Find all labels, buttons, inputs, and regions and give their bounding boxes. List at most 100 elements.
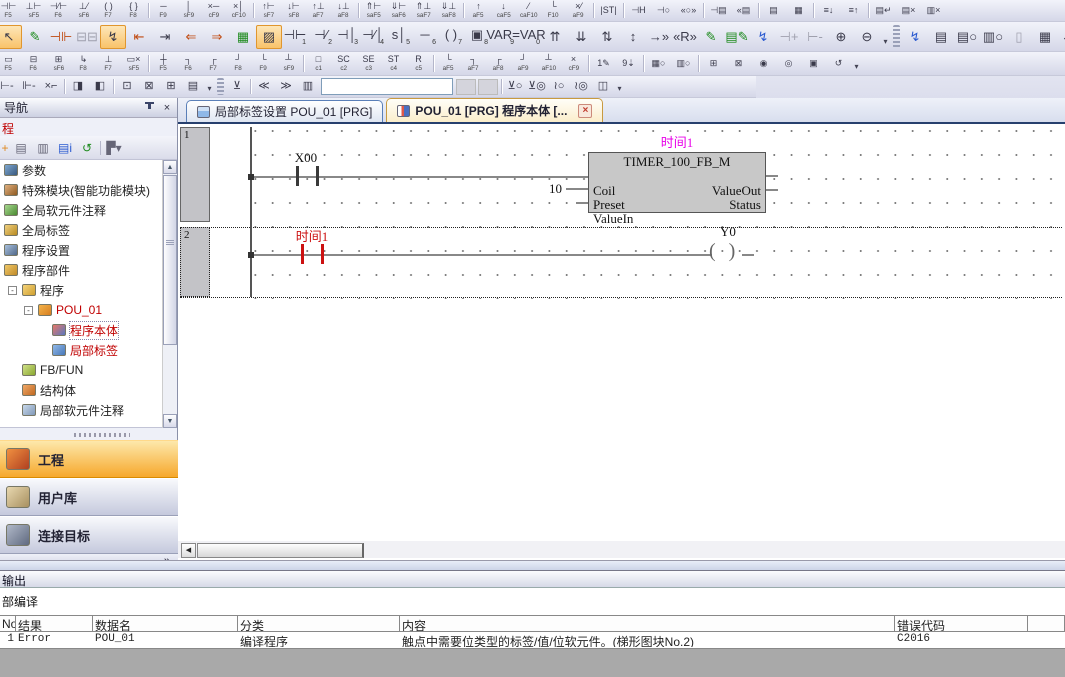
table-row[interactable]: 1ErrorPOU_01编译程序触点中需要位类型的标签/值/位软元件。(梯形图块… xyxy=(0,632,1065,647)
coil-label[interactable]: Y0 xyxy=(706,224,750,240)
nav-mode-button-连接目标[interactable]: 连接目标 xyxy=(0,516,178,554)
toolbar-button[interactable]: ⊩- xyxy=(18,78,40,96)
toolbar-button[interactable]: ↳F8 xyxy=(71,54,96,74)
ladder-canvas[interactable]: 1 2 X00 时间1 10 TIMER_100_FB_M Coil Prese… xyxy=(178,124,1065,560)
toolbar-button[interactable]: 9⇣ xyxy=(616,54,641,74)
toolbar-button[interactable]: ⇐ xyxy=(178,25,204,49)
tree-item-程序部件[interactable]: 程序部件 xyxy=(0,260,163,280)
nav-mode-button-工程[interactable]: 工程 xyxy=(0,440,178,478)
tree-item-程序[interactable]: -程序 xyxy=(0,280,163,300)
toolbar-button[interactable]: ┐F6 xyxy=(176,54,201,74)
toolbar-button[interactable]: ▤○ xyxy=(954,25,980,49)
rung-number-1[interactable]: 1 xyxy=(180,127,210,222)
nav-mode-button-用户库[interactable]: 用户库 xyxy=(0,478,178,516)
toolbar-button[interactable]: ⊣⊢1 xyxy=(282,25,308,49)
toolbar-button[interactable]: ⇈ xyxy=(542,25,568,49)
column-header[interactable]: No. xyxy=(0,616,16,631)
toolbar-button[interactable]: ⊣⊩ xyxy=(48,25,74,49)
contact1-bar[interactable] xyxy=(296,166,299,186)
toolbar-button[interactable]: ┌aF8 xyxy=(486,54,511,74)
toolbar-button[interactable]: ↖ xyxy=(0,25,22,49)
toolbar-button[interactable]: ×⌐ xyxy=(40,78,62,96)
toolbar-button[interactable]: ┼F5 xyxy=(151,54,176,74)
toolbar-button[interactable]: ⇅ xyxy=(594,25,620,49)
toolbar-button[interactable]: ⊢- xyxy=(802,25,828,49)
toolbar-button[interactable]: ─6 xyxy=(412,25,438,49)
toolbar-button[interactable]: ↯ xyxy=(100,25,126,49)
fb-preset-value[interactable]: 10 xyxy=(530,181,562,197)
toolbar-combobox[interactable] xyxy=(321,78,453,95)
contact2-bar[interactable] xyxy=(321,244,324,264)
column-header[interactable]: 结果 xyxy=(16,616,93,631)
contact1-label[interactable]: X00 xyxy=(282,150,330,166)
toolbar-button[interactable]: ≀○ xyxy=(548,78,570,96)
toolbar-button[interactable]: ⇤ xyxy=(126,25,152,49)
toolbar-button[interactable]: ▤↵ xyxy=(871,1,896,21)
toolbar-button[interactable]: ↯ xyxy=(902,25,928,49)
toolbar-button[interactable]: ↑⊢sF7 xyxy=(256,1,281,21)
toolbar-button[interactable]: ◨ xyxy=(67,78,89,96)
copy-icon[interactable]: ▤ xyxy=(10,138,32,158)
toolbar-button[interactable]: ⇑⊥saF7 xyxy=(411,1,436,21)
tree-item-程序设置[interactable]: 程序设置 xyxy=(0,240,163,260)
tab-program-body[interactable]: POU_01 [PRG] 程序本体 [... × xyxy=(386,98,603,122)
toolbar-button[interactable]: ▤ xyxy=(928,25,954,49)
toolbar-button[interactable]: ⊣○ xyxy=(651,1,676,21)
contact2-bar[interactable] xyxy=(301,244,304,264)
toolbar-button[interactable]: ▤✎ xyxy=(724,25,750,49)
tree-item-参数[interactable]: 参数 xyxy=(0,160,163,180)
toolbar-button[interactable]: ▭×sF5 xyxy=(121,54,146,74)
toolbar-button[interactable]: │sF9 xyxy=(176,1,201,21)
toolbar-button[interactable]: ↑⊥aF7 xyxy=(306,1,331,21)
toolbar-button[interactable]: ▦ xyxy=(786,1,811,21)
toolbar-button[interactable]: Rc5 xyxy=(406,54,431,74)
toolbar-button[interactable]: ⊞sF6 xyxy=(46,54,71,74)
toolbar-button[interactable]: ▦○ xyxy=(646,54,671,74)
toolbar-button[interactable]: ⇓⊢saF6 xyxy=(386,1,411,21)
toolbar-button[interactable]: =VAR0 xyxy=(516,25,542,49)
toolbar-button[interactable]: ⊟⊟ xyxy=(74,25,100,49)
toolbar-button[interactable]: ⇓⊥saF8 xyxy=(436,1,461,21)
toolbar-button[interactable]: ⊥⊢sF5 xyxy=(21,1,46,21)
contact1-bar[interactable] xyxy=(316,166,319,186)
toolbar-button[interactable]: ▦ xyxy=(230,25,256,49)
toolbar-button[interactable]: ⊟F6 xyxy=(21,54,46,74)
output-coil[interactable]: ( ) xyxy=(709,240,739,263)
tree-item-FB/FUN[interactable]: FB/FUN xyxy=(0,360,163,380)
toolbar-button[interactable]: ×⁄aF9 xyxy=(566,1,591,21)
toolbar-button[interactable]: «▤ xyxy=(731,1,756,21)
toolbar-button[interactable]: ≫ xyxy=(275,78,297,96)
toolbar-button[interactable]: ⊣+ xyxy=(776,25,802,49)
toolbar-button[interactable]: ┴sF9 xyxy=(276,54,301,74)
toolbar-button[interactable]: ( )F7 xyxy=(96,1,121,21)
toolbar-button[interactable]: ▦ xyxy=(1032,25,1058,49)
toolbar-button[interactable]: ⊠ xyxy=(726,54,751,74)
tree-item-结构体[interactable]: 结构体 xyxy=(0,380,163,400)
toolbar-button[interactable]: ⊡ xyxy=(116,78,138,96)
toolbar-button[interactable]: ┌F7 xyxy=(201,54,226,74)
column-header[interactable]: 分类 xyxy=(238,616,400,631)
toolbar-button[interactable]: STc4 xyxy=(381,54,406,74)
tab-local-label-setting[interactable]: 局部标签设置 POU_01 [PRG] xyxy=(186,100,383,122)
toolbar-button[interactable]: ×cF9 xyxy=(561,54,586,74)
toolbar-button[interactable]: ↓⊥aF8 xyxy=(331,1,356,21)
info-icon[interactable]: ▤i xyxy=(54,138,76,158)
refresh-icon[interactable]: ↺ xyxy=(76,138,98,158)
toolbar-button[interactable]: ⇓A xyxy=(1058,25,1065,49)
toolbar-button[interactable]: ⊣⁄⊢F6 xyxy=(46,1,71,21)
toolbar-button[interactable]: ✎ xyxy=(22,25,48,49)
toolbar-button[interactable]: →» xyxy=(646,25,672,49)
toolbar-button[interactable]: 1✎ xyxy=(591,54,616,74)
toolbar-button[interactable]: ⁄caF10 xyxy=(516,1,541,21)
hscrollbar-thumb[interactable] xyxy=(197,543,364,558)
toolbar-button[interactable]: ▯ xyxy=(1006,25,1032,49)
scroll-down-icon[interactable]: ▼ xyxy=(163,414,177,428)
function-block-timer[interactable]: TIMER_100_FB_M Coil Preset ValueIn Value… xyxy=(588,152,766,213)
toolbar-button[interactable]: |ST| xyxy=(596,1,621,21)
toolbar-drag-handle[interactable] xyxy=(217,78,224,95)
toolbar-button[interactable]: ⊞ xyxy=(701,54,726,74)
column-header[interactable]: 数据名 xyxy=(93,616,238,631)
toolbar-button[interactable]: ⊻ xyxy=(226,78,248,96)
toolbar-button[interactable]: ⊞ xyxy=(160,78,182,96)
toolbar-button[interactable]: ↺ xyxy=(826,54,851,74)
